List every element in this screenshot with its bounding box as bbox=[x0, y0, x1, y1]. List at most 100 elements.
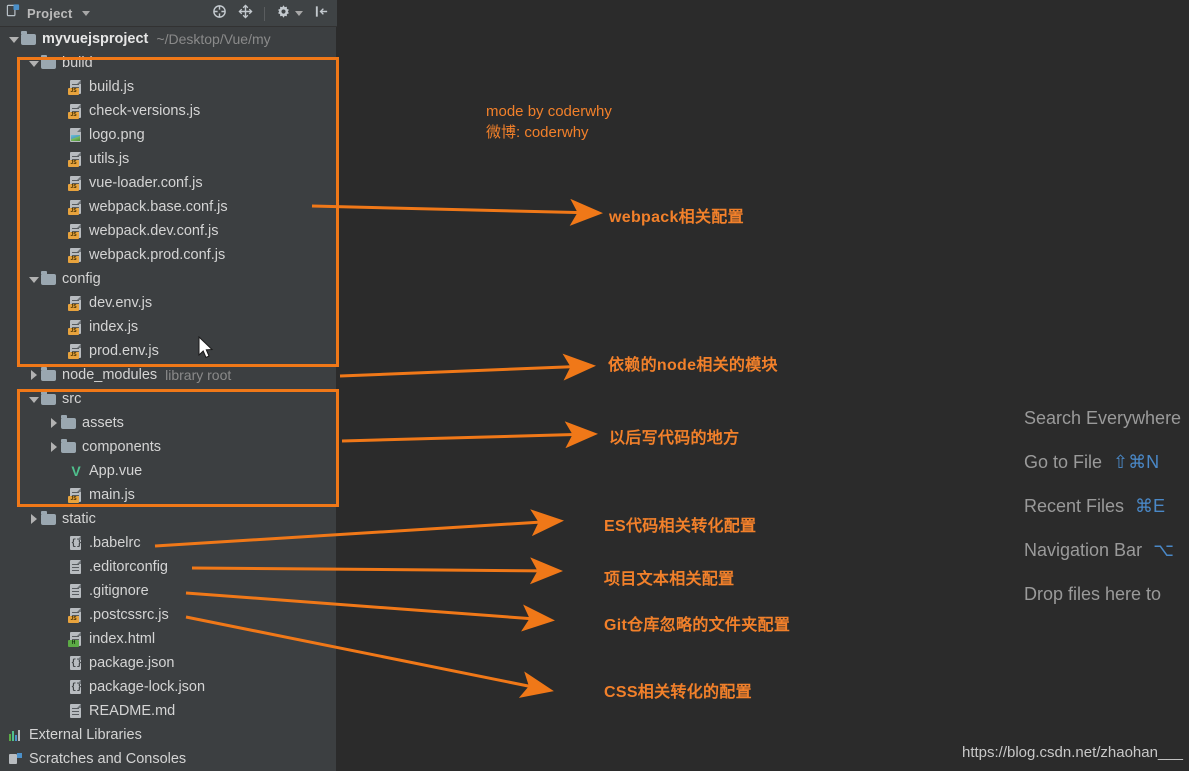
javascript-file-icon: JS bbox=[68, 295, 84, 311]
folder-icon bbox=[41, 367, 57, 383]
collapse-all-icon[interactable] bbox=[212, 4, 227, 24]
twisty-open-icon[interactable] bbox=[28, 57, 41, 70]
editor-hint-shortcut: ⌘E bbox=[1135, 495, 1166, 516]
editor-hint-label: Navigation Bar bbox=[1024, 539, 1143, 560]
twisty-open-icon[interactable] bbox=[28, 393, 41, 406]
editor-area[interactable] bbox=[337, 0, 1189, 771]
folder-icon bbox=[21, 31, 37, 47]
image-file-icon bbox=[68, 127, 84, 143]
json-file-icon: {} bbox=[70, 656, 82, 670]
tree-row[interactable]: External Libraries bbox=[0, 723, 337, 747]
tree-row[interactable]: JS main.js bbox=[0, 483, 337, 507]
tree-row[interactable]: V App.vue bbox=[0, 459, 337, 483]
chevron-down-icon[interactable] bbox=[82, 10, 91, 16]
tree-row[interactable]: .editorconfig bbox=[0, 555, 337, 579]
tree-row-root[interactable]: myvuejsproject ~/Desktop/Vue/my bbox=[0, 27, 337, 51]
tree-row[interactable]: {} .babelrc bbox=[0, 531, 337, 555]
toolbar-divider bbox=[264, 6, 265, 21]
javascript-file-icon: JS bbox=[68, 151, 84, 167]
tree-row[interactable]: components bbox=[0, 435, 337, 459]
twisty-closed-icon[interactable] bbox=[28, 369, 41, 382]
tree-row[interactable]: JS build.js bbox=[0, 75, 337, 99]
tree-item-label: External Libraries bbox=[29, 727, 142, 743]
external-libraries-icon bbox=[8, 727, 24, 743]
json-file-icon: {} bbox=[70, 536, 82, 550]
tree-item-label: config bbox=[62, 271, 101, 287]
tree-item-label: prod.env.js bbox=[89, 343, 159, 359]
tree-item-label: index.html bbox=[89, 631, 156, 647]
tree-item-label: .gitignore bbox=[89, 583, 149, 599]
twisty-closed-icon[interactable] bbox=[48, 441, 61, 454]
editor-hint-shortcut: ⌥ bbox=[1153, 539, 1174, 560]
tree-item-label: build.js bbox=[89, 79, 135, 95]
tree-item-label: components bbox=[82, 439, 161, 455]
tree-row[interactable]: JS .postcssrc.js bbox=[0, 603, 337, 627]
editor-empty-hints: Search Everywhere Go to File ⇧⌘N Recent Fil… bbox=[1024, 396, 1189, 616]
tree-item-label: index.js bbox=[89, 319, 139, 335]
tree-row[interactable]: JS index.js bbox=[0, 315, 337, 339]
javascript-file-icon: JS bbox=[68, 247, 84, 263]
tree-item-label: Scratches and Consoles bbox=[29, 751, 187, 767]
tree-row[interactable]: {} package-lock.json bbox=[0, 675, 337, 699]
tree-row[interactable]: JS dev.env.js bbox=[0, 291, 337, 315]
tree-item-label: assets bbox=[82, 415, 124, 431]
tree-row[interactable]: JS prod.env.js bbox=[0, 339, 337, 363]
folder-icon bbox=[41, 55, 57, 71]
expand-select-icon[interactable] bbox=[238, 3, 253, 24]
tree-row[interactable]: .gitignore bbox=[0, 579, 337, 603]
project-view-icon bbox=[6, 3, 21, 23]
tree-row[interactable]: JS webpack.dev.conf.js bbox=[0, 219, 337, 243]
tree-row[interactable]: JS webpack.prod.conf.js bbox=[0, 243, 337, 267]
tree-item-label: package.json bbox=[89, 655, 175, 671]
twisty-open-icon[interactable] bbox=[8, 33, 21, 46]
project-tool-window: Project myvuejsproject ~/Desktop/Vue/my … bbox=[0, 0, 337, 771]
hide-panel-icon[interactable] bbox=[314, 4, 329, 24]
javascript-file-icon: JS bbox=[68, 319, 84, 335]
tree-row[interactable]: JS utils.js bbox=[0, 147, 337, 171]
twisty-closed-icon[interactable] bbox=[28, 513, 41, 526]
text-file-icon bbox=[68, 559, 84, 575]
tree-row[interactable]: Hindex.html bbox=[0, 627, 337, 651]
twisty-closed-icon[interactable] bbox=[48, 417, 61, 430]
tree-row[interactable]: Scratches and Consoles bbox=[0, 747, 337, 771]
tree-row[interactable]: config bbox=[0, 267, 337, 291]
tree-item-label: logo.png bbox=[89, 127, 145, 143]
javascript-file-icon: JS bbox=[68, 343, 84, 359]
tree-item-label: src bbox=[62, 391, 82, 407]
tree-item-label: vue-loader.conf.js bbox=[89, 175, 203, 191]
folder-icon bbox=[41, 271, 57, 287]
tree-row[interactable]: build bbox=[0, 51, 337, 75]
tree-row[interactable]: README.md bbox=[0, 699, 337, 723]
folder-icon bbox=[61, 415, 77, 431]
editor-hint-shortcut: ⇧⌘N bbox=[1113, 451, 1160, 472]
tree-item-label: check-versions.js bbox=[89, 103, 201, 119]
tree-row[interactable]: JS vue-loader.conf.js bbox=[0, 171, 337, 195]
ide-screenshot: Project myvuejsproject ~/Desktop/Vue/my … bbox=[0, 0, 1189, 771]
tree-item-label: node_modules bbox=[62, 367, 158, 383]
editor-hint-label: Search Everywhere bbox=[1024, 407, 1182, 428]
tree-item-label: static bbox=[62, 511, 96, 527]
project-file-tree[interactable]: myvuejsproject ~/Desktop/Vue/my build JS b… bbox=[0, 27, 337, 771]
tree-row[interactable]: assets bbox=[0, 411, 337, 435]
panel-toolbar bbox=[212, 0, 329, 27]
javascript-file-icon: JS bbox=[68, 199, 84, 215]
tree-item-label: .editorconfig bbox=[89, 559, 168, 575]
tree-row[interactable]: logo.png bbox=[0, 123, 337, 147]
javascript-file-icon: JS bbox=[68, 79, 84, 95]
tree-item-label: webpack.dev.conf.js bbox=[89, 223, 219, 239]
gear-chevron-down-icon[interactable] bbox=[295, 11, 303, 16]
tree-item-label: main.js bbox=[89, 487, 135, 503]
tree-row[interactable]: node_modules library root bbox=[0, 363, 337, 387]
json-file-icon: {} bbox=[70, 680, 82, 694]
settings-gear-icon[interactable] bbox=[276, 4, 291, 24]
tree-row[interactable]: static bbox=[0, 507, 337, 531]
tree-row[interactable]: JS check-versions.js bbox=[0, 99, 337, 123]
javascript-file-icon: JS bbox=[68, 175, 84, 191]
tree-row[interactable]: JS webpack.base.conf.js bbox=[0, 195, 337, 219]
tree-row[interactable]: {} package.json bbox=[0, 651, 337, 675]
editor-hint-label: Go to File bbox=[1024, 451, 1103, 472]
editor-hint-row: Drop files here to bbox=[1024, 572, 1189, 616]
tree-row[interactable]: src bbox=[0, 387, 337, 411]
twisty-open-icon[interactable] bbox=[28, 273, 41, 286]
editor-hint-row: Go to File ⇧⌘N bbox=[1024, 440, 1189, 484]
